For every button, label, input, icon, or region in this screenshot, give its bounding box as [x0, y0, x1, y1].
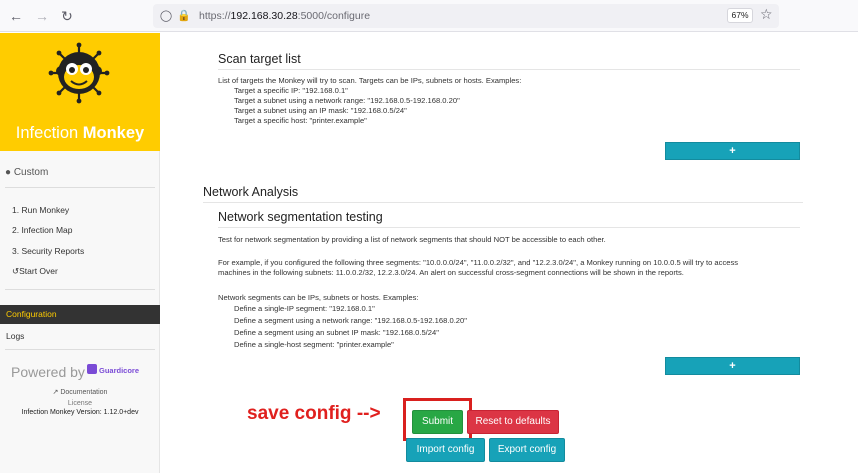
monkey-logo-icon	[48, 42, 110, 104]
mode-indicator: ● Custom	[5, 167, 48, 178]
lock-icon[interactable]: 🔒	[177, 9, 191, 23]
browser-toolbar: ← → ↻ ◯ 🔒 https://192.168.30.28:5000/con…	[0, 0, 858, 32]
sidebar-item-security-reports[interactable]: 3. Security Reports	[12, 246, 84, 256]
back-arrow-icon[interactable]: ←	[8, 8, 24, 24]
segment-example: Define a segment using a network range: …	[234, 316, 467, 325]
bookmark-star-icon[interactable]: ☆	[760, 6, 773, 23]
guardicore-icon	[87, 364, 97, 374]
documentation-link[interactable]: ↗ Documentation	[0, 388, 160, 396]
submit-button[interactable]: Submit	[412, 410, 463, 434]
add-scan-target-button[interactable]: +	[665, 142, 800, 160]
documentation-label: Documentation	[60, 389, 108, 396]
brand-bold: Monkey	[82, 124, 145, 142]
scan-target-example: Target a specific host: "printer.example…	[234, 116, 367, 125]
sidebar-item-start-over[interactable]: ↺Start Over	[12, 266, 58, 277]
license-link[interactable]: License	[0, 400, 160, 407]
url-scheme: https://	[199, 10, 231, 22]
divider	[5, 349, 155, 350]
external-link-icon: ↗	[52, 389, 59, 396]
sidebar-item-configuration[interactable]: Configuration	[0, 305, 160, 324]
sidebar-item-run-monkey[interactable]: 1. Run Monkey	[12, 205, 69, 215]
divider	[203, 202, 803, 203]
brand-name: Infection Monkey	[0, 124, 160, 143]
sidebar: Infection Monkey ● Custom 1. Run Monkey …	[0, 33, 160, 473]
sidebar-item-logs[interactable]: Logs	[6, 331, 24, 341]
brand-light: Infection	[15, 124, 83, 142]
address-bar[interactable]: ◯ 🔒 https://192.168.30.28:5000/configure	[153, 4, 779, 28]
segmentation-example: machines in the following subnets: 11.0.…	[218, 268, 684, 277]
segment-example: Define a segment using an subnet IP mask…	[234, 328, 439, 337]
scan-target-title: Scan target list	[218, 52, 301, 66]
divider	[5, 289, 155, 290]
segmentation-title: Network segmentation testing	[218, 210, 383, 224]
url-host: 192.168.30.28	[230, 10, 298, 22]
guardicore-logo[interactable]: Guardicore	[87, 364, 139, 375]
guardicore-label: Guardicore	[99, 366, 140, 375]
export-config-button[interactable]: Export config	[489, 438, 565, 462]
powered-by-text: Powered by	[11, 364, 85, 380]
import-config-button[interactable]: Import config	[406, 438, 485, 462]
reset-defaults-button[interactable]: Reset to defaults	[467, 410, 559, 434]
divider	[218, 227, 800, 228]
segments-intro: Network segments can be IPs, subnets or …	[218, 293, 419, 302]
mode-label: Custom	[13, 167, 49, 178]
lightbulb-icon: ●	[5, 167, 12, 178]
segmentation-example: For example, if you configured the follo…	[218, 258, 739, 267]
start-over-label: Start Over	[19, 266, 58, 276]
segment-example: Define a single-IP segment: "192.168.0.1…	[234, 304, 375, 313]
divider	[218, 69, 800, 70]
scan-target-example: Target a specific IP: "192.168.0.1"	[234, 86, 348, 95]
segment-example: Define a single-host segment: "printer.e…	[234, 340, 394, 349]
zoom-level-badge[interactable]: 67%	[727, 8, 753, 23]
logo-banner[interactable]: Infection Monkey	[0, 33, 160, 151]
save-config-annotation: save config -->	[247, 403, 381, 424]
scan-target-intro: List of targets the Monkey will try to s…	[218, 76, 522, 85]
scan-target-example: Target a subnet using a network range: "…	[234, 96, 460, 105]
shield-icon[interactable]: ◯	[159, 9, 173, 23]
version-text: Infection Monkey Version: 1.12.0+dev	[21, 409, 139, 416]
sidebar-item-infection-map[interactable]: 2. Infection Map	[12, 225, 72, 235]
reload-icon[interactable]: ↻	[59, 8, 75, 24]
url-text[interactable]: https://192.168.30.28:5000/configure	[199, 10, 370, 22]
scan-target-example: Target a subnet using an IP mask: "192.1…	[234, 106, 407, 115]
forward-arrow-icon[interactable]: →	[34, 8, 50, 24]
segmentation-description: Test for network segmentation by providi…	[218, 235, 606, 244]
add-segment-button[interactable]: +	[665, 357, 800, 375]
url-path: :5000/configure	[297, 10, 371, 22]
divider	[5, 187, 155, 188]
network-analysis-title: Network Analysis	[203, 185, 299, 199]
